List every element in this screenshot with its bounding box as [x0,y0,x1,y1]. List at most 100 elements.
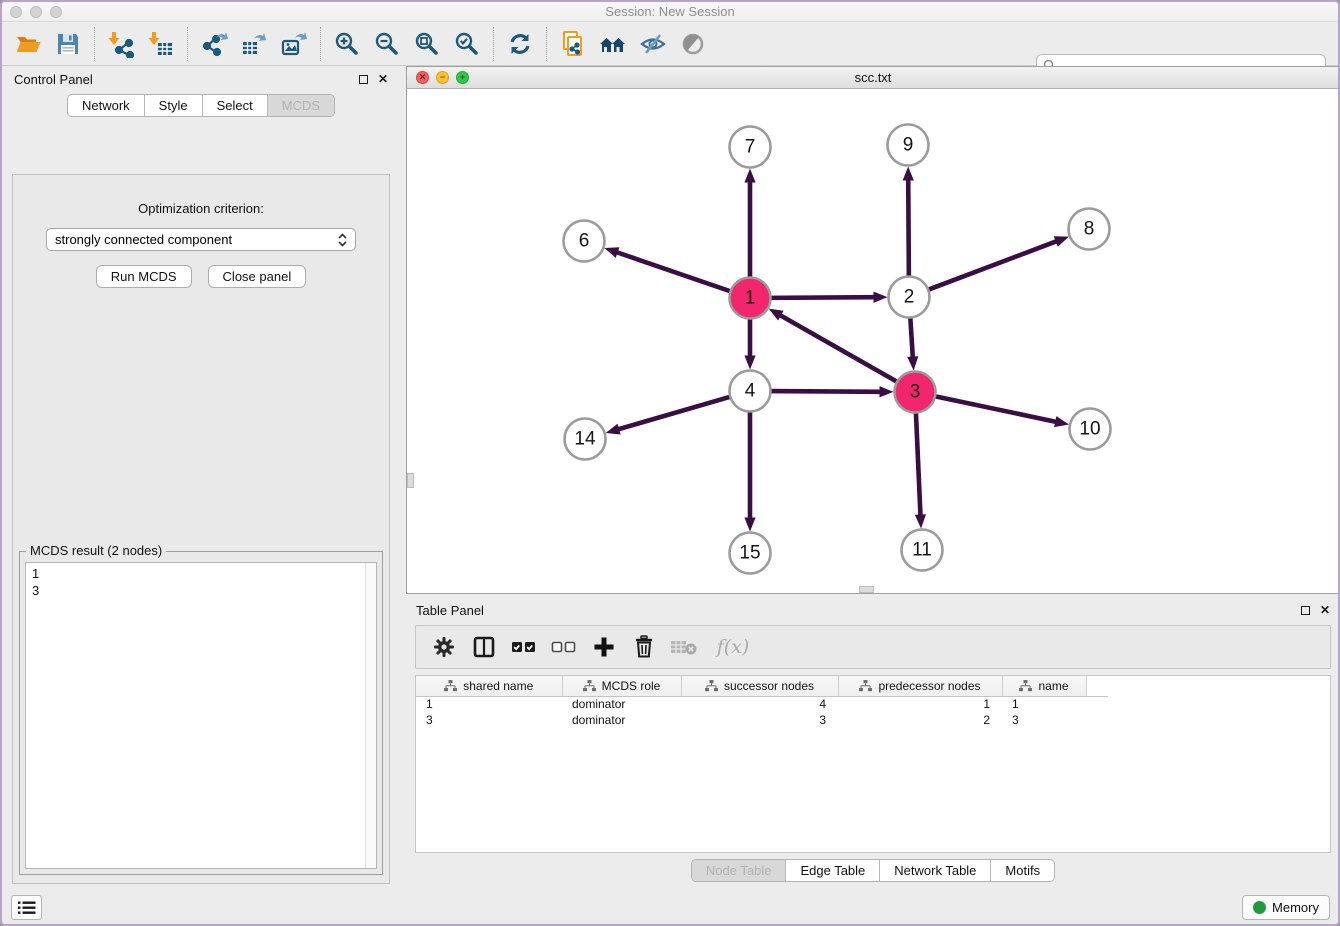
cell-successor-nodes[interactable]: 4 [681,696,838,712]
network-canvas[interactable]: 7 9 6 8 1 2 4 3 14 10 15 11 [407,89,1339,593]
hide-panels-eye-icon[interactable] [633,26,673,62]
graph-node-4[interactable]: 4 [730,371,771,412]
tab-motifs[interactable]: Motifs [991,860,1054,881]
tab-style[interactable]: Style [145,95,203,116]
table-row[interactable]: 1dominator411 [416,696,1108,712]
table-panel-float-icon[interactable] [1301,606,1310,615]
graph-node-9[interactable]: 9 [888,125,929,166]
graph-edge-3-to-1[interactable] [769,309,899,383]
svg-text:8: 8 [1084,219,1095,240]
mcds-result-textarea[interactable]: 13 [25,562,377,869]
mcds-result-line: 1 [32,565,376,582]
graph-edge-4-to-14[interactable] [606,396,733,434]
graph-edge-2-to-9[interactable] [903,166,914,278]
zoom-selected-icon[interactable] [447,26,487,62]
cell-successor-nodes[interactable]: 3 [681,712,838,728]
cell-MCDS-role[interactable]: dominator [562,712,681,728]
graph-node-2[interactable]: 2 [889,277,930,318]
graph-node-10[interactable]: 10 [1070,409,1111,450]
tab-network[interactable]: Network [68,95,145,116]
cell-predecessor-nodes[interactable]: 2 [838,712,1002,728]
optimization-criterion-select[interactable]: strongly connected component [46,228,356,251]
toolbar-separator [546,27,547,61]
add-column-icon[interactable] [586,630,622,664]
control-panel-title: Control Panel [14,72,93,87]
cell-shared-name[interactable]: 3 [416,712,562,728]
open-session-icon[interactable] [8,26,48,62]
control-panel-float-icon[interactable] [359,75,368,84]
optimization-criterion-value: strongly connected component [55,232,232,247]
graph-edge-1-to-2[interactable] [768,292,887,303]
graph-edge-2-to-8[interactable] [926,236,1069,290]
column-type-icon [859,680,872,692]
memory-button[interactable]: Memory [1242,895,1330,920]
select-all-checkboxes-icon[interactable] [506,630,542,664]
graph-edge-1-to-6[interactable] [604,247,732,292]
delete-column-trash-icon[interactable] [626,630,662,664]
export-table-icon[interactable] [234,26,274,62]
svg-text:7: 7 [745,137,756,158]
refresh-layout-icon[interactable] [500,26,540,62]
clone-network-icon[interactable] [553,26,593,62]
zoom-in-icon[interactable] [327,26,367,62]
tab-mcds[interactable]: MCDS [268,95,334,116]
network-window-titlebar[interactable]: ✕ − + scc.txt [407,67,1339,89]
column-header-shared-name[interactable]: shared name [416,676,562,696]
apply-function-icon[interactable]: f(x) [706,630,760,664]
graph-node-14[interactable]: 14 [565,419,606,460]
table-row[interactable]: 3dominator323 [416,712,1108,728]
import-network-icon[interactable] [101,26,141,62]
close-panel-button[interactable]: Close panel [208,265,307,288]
column-header-successor-nodes[interactable]: successor nodes [681,676,838,696]
graph-edge-4-to-3[interactable] [768,386,893,397]
status-bar: Memory [2,891,1338,924]
cell-name[interactable]: 1 [1002,696,1086,712]
cell-shared-name[interactable]: 1 [416,696,562,712]
graph-edge-3-to-11[interactable] [915,410,926,528]
result-scrollbar[interactable] [365,563,376,868]
run-mcds-button[interactable]: Run MCDS [96,265,192,288]
task-history-button[interactable] [11,895,42,920]
main-toolbar [2,23,1338,66]
cell-MCDS-role[interactable]: dominator [562,696,681,712]
column-header-predecessor-nodes[interactable]: predecessor nodes [838,676,1002,696]
cell-name[interactable]: 3 [1002,712,1086,728]
table-panel-close-icon[interactable]: ✕ [1320,604,1330,616]
vertical-splitter-handle[interactable] [407,473,414,488]
delete-table-icon[interactable] [666,630,702,664]
tab-select[interactable]: Select [203,95,268,116]
graph-node-1[interactable]: 1 [730,278,771,319]
graph-edge-2-to-3[interactable] [907,315,918,370]
graph-edge-1-to-4[interactable] [744,317,755,370]
save-session-icon[interactable] [48,26,88,62]
graph-edge-3-to-10[interactable] [933,396,1069,427]
zoom-out-icon[interactable] [367,26,407,62]
deselect-all-checkboxes-icon[interactable] [546,630,582,664]
preview-mode-icon[interactable] [673,26,713,62]
tab-network-table[interactable]: Network Table [880,860,991,881]
show-columns-icon[interactable] [466,630,502,664]
export-network-icon[interactable] [194,26,234,62]
tab-node-table[interactable]: Node Table [692,860,787,881]
network-window-title: scc.txt [407,70,1339,85]
graph-node-7[interactable]: 7 [730,127,771,168]
cell-predecessor-nodes[interactable]: 1 [838,696,1002,712]
zoom-fit-icon[interactable] [407,26,447,62]
import-table-icon[interactable] [141,26,181,62]
control-panel-close-icon[interactable]: ✕ [378,73,388,85]
column-header-name[interactable]: name [1002,676,1086,696]
graph-node-15[interactable]: 15 [730,533,771,574]
graph-node-8[interactable]: 8 [1069,209,1110,250]
graph-edge-4-to-15[interactable] [744,410,755,532]
horizontal-splitter-handle[interactable] [859,586,874,593]
svg-text:2: 2 [904,287,915,308]
graph-node-6[interactable]: 6 [564,221,605,262]
graph-node-3[interactable]: 3 [895,372,936,413]
table-options-gear-icon[interactable] [426,630,462,664]
graph-node-11[interactable]: 11 [902,530,943,571]
export-image-icon[interactable] [274,26,314,62]
tab-edge-table[interactable]: Edge Table [786,860,880,881]
return-home-icon[interactable] [593,26,633,62]
column-header-MCDS-role[interactable]: MCDS role [562,676,681,696]
graph-edge-1-to-7[interactable] [744,169,755,280]
